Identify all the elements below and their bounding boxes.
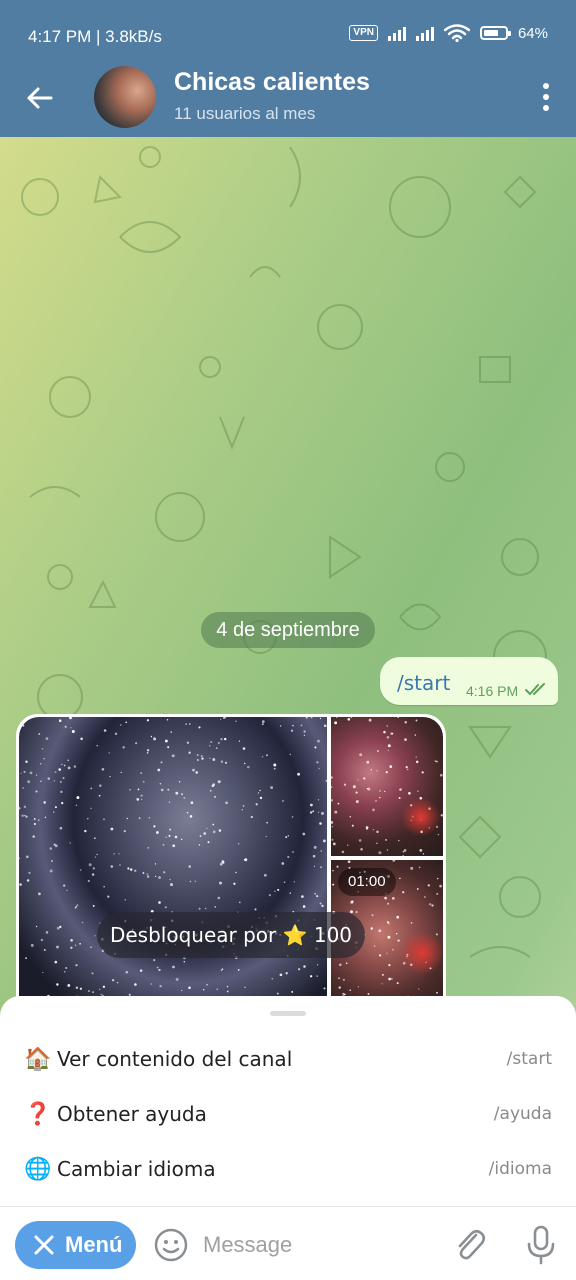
message-time: 4:16 PM (466, 683, 519, 699)
command-label: Obtener ayuda (57, 1102, 207, 1126)
avatar[interactable] (94, 66, 156, 128)
command-label: Cambiar idioma (57, 1157, 216, 1181)
emoji-icon[interactable] (153, 1227, 189, 1263)
status-icons: VPN 64% (349, 24, 548, 42)
sheet-handle[interactable] (270, 1011, 306, 1016)
signal-4g-icon (415, 25, 434, 41)
back-arrow-icon[interactable] (24, 82, 56, 114)
media-tile-blurred[interactable] (19, 717, 327, 1007)
vpn-icon: VPN (349, 25, 378, 41)
message-input[interactable] (203, 1225, 423, 1265)
double-check-icon (525, 683, 545, 696)
battery-icon (479, 26, 511, 40)
page-title[interactable]: Chicas calientes (174, 68, 370, 97)
spoiler-particles (19, 717, 327, 1007)
media-album[interactable]: 01:00 (16, 714, 446, 1014)
attach-icon[interactable] (452, 1225, 488, 1265)
command-item[interactable]: ❓ Obtener ayuda /ayuda (0, 1085, 576, 1140)
command-item[interactable]: 🏠 Ver contenido del canal /start (0, 1030, 576, 1085)
menu-label: Menú (65, 1232, 123, 1257)
chat-subtitle: 11 usuarios al mes (174, 104, 316, 123)
date-separator: 4 de septiembre (201, 612, 375, 648)
menu-button[interactable]: Menú (15, 1221, 136, 1269)
mic-icon[interactable] (524, 1224, 558, 1266)
status-time: 4:17 PM | 3.8kB/s (28, 27, 162, 46)
command-code: /ayuda (493, 1104, 552, 1124)
outgoing-message[interactable]: /start 4:16 PM (380, 657, 558, 705)
command-label: Ver contenido del canal (57, 1047, 293, 1071)
unlock-button[interactable]: Desbloquear por ⭐ 100 (97, 912, 365, 958)
video-duration: 01:00 (338, 868, 396, 896)
globe-icon: 🌐 (24, 1156, 52, 1181)
house-icon: 🏠 (24, 1046, 52, 1071)
spoiler-particles (331, 717, 443, 856)
command-item[interactable]: 🌐 Cambiar idioma /idioma (0, 1140, 576, 1195)
wifi-icon (443, 24, 470, 42)
battery-level: 64% (517, 24, 548, 42)
question-icon: ❓ (24, 1101, 52, 1126)
command-code: /start (506, 1049, 552, 1069)
message-text[interactable]: /start (397, 671, 450, 695)
chat-header: Chicas calientes 11 usuarios al mes (0, 60, 576, 137)
close-icon (34, 1235, 54, 1255)
media-tile-blurred[interactable] (331, 717, 443, 856)
divider (0, 1206, 576, 1207)
status-bar: 4:17 PM | 3.8kB/s VPN 64% (0, 0, 576, 60)
command-code: /idioma (488, 1159, 552, 1179)
more-vert-icon[interactable] (540, 82, 552, 112)
signal-icon (387, 25, 406, 41)
